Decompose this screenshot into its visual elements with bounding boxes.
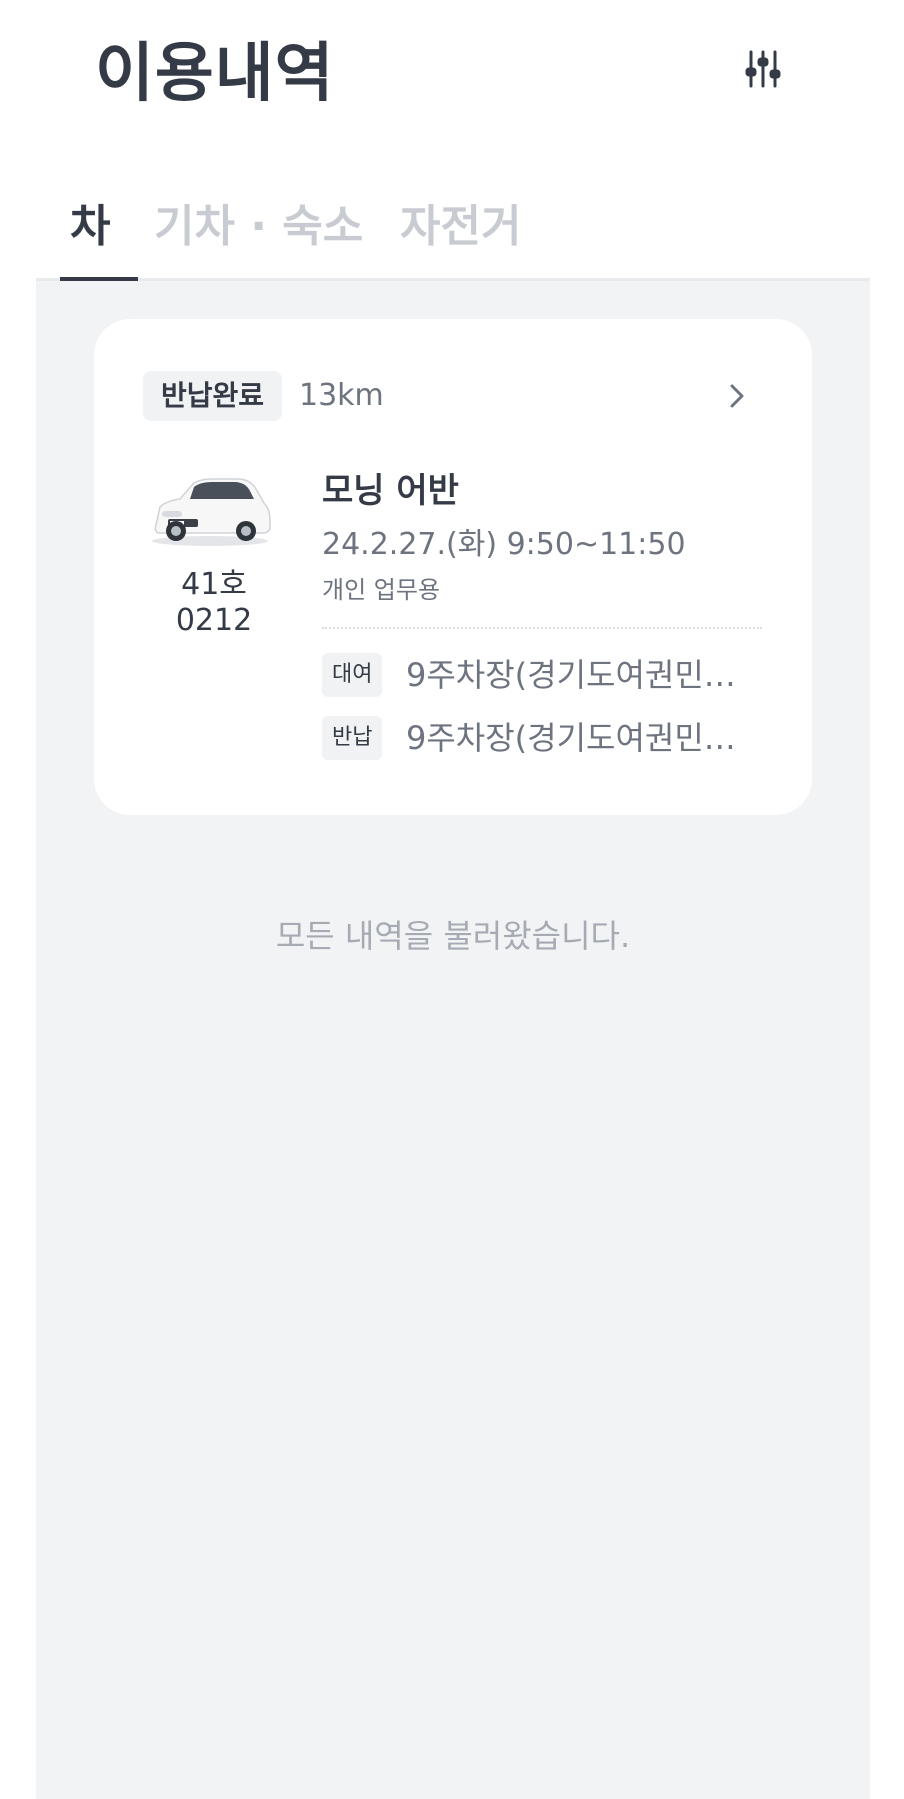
- rental-datetime: 24.2.27.(화) 9:50~11:50: [322, 527, 686, 562]
- header: 이용내역: [36, 0, 870, 140]
- car-image: [152, 478, 271, 546]
- license-plate: 41호0212: [175, 567, 253, 638]
- return-badge: 반납: [322, 716, 383, 760]
- status-badge: 반납완료: [143, 371, 283, 421]
- usage-purpose: 개인 업무용: [322, 576, 441, 604]
- history-card[interactable]: 반납완료 13km 41호0212 모닝 어반 24.2.27.(화) 9:50…: [94, 319, 812, 815]
- distance-text: 13km: [299, 378, 384, 413]
- category-tabs: 차 기차 · 숙소 자전거: [36, 170, 870, 281]
- rental-location-row: 대여 9주차장(경기도여권민…: [322, 653, 762, 697]
- chevron-right-icon[interactable]: [722, 381, 752, 411]
- sliders-icon: [745, 50, 781, 88]
- rental-badge: 대여: [322, 653, 383, 697]
- return-location-row: 반납 9주차장(경기도여권민…: [322, 716, 762, 760]
- list-end-message: 모든 내역을 불러왔습니다.: [275, 917, 631, 955]
- tab-train-lodging[interactable]: 기차 · 숙소: [154, 190, 363, 254]
- history-list[interactable]: 반납완료 13km 41호0212 모닝 어반 24.2.27.(화) 9:50…: [36, 281, 870, 1799]
- tab-car[interactable]: 차: [70, 190, 110, 254]
- divider: [322, 627, 762, 629]
- car-model: 모닝 어반: [322, 471, 459, 511]
- tab-bicycle[interactable]: 자전거: [400, 190, 521, 254]
- page-title: 이용내역: [95, 37, 335, 111]
- app-screen: 이용내역 차 기차 · 숙소 자전거 반납완료 13km 41호0212 모닝 …: [36, 0, 870, 1799]
- rental-location: 9주차장(경기도여권민…: [406, 656, 736, 694]
- filter-button[interactable]: [740, 46, 786, 92]
- return-location: 9주차장(경기도여권민…: [406, 719, 736, 757]
